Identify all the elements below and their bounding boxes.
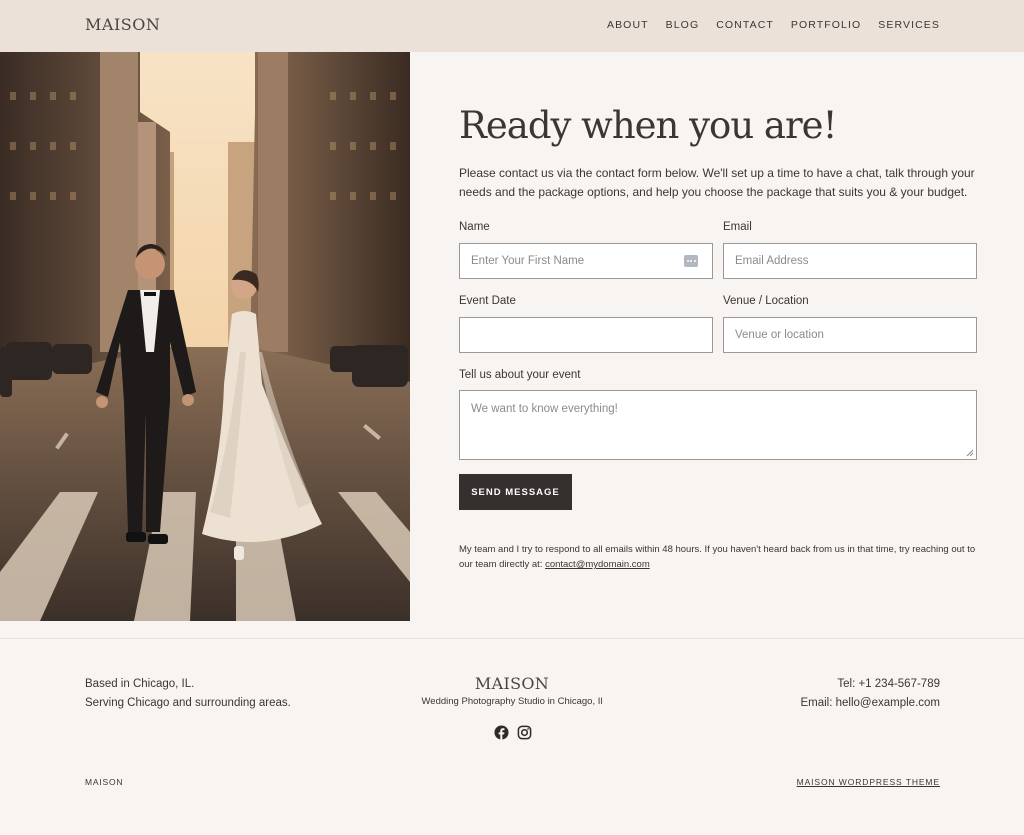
message-label: Tell us about your event [459, 369, 581, 381]
instagram-icon[interactable] [517, 725, 532, 740]
footer-location: Based in Chicago, IL. Serving Chicago an… [85, 675, 291, 713]
send-message-button[interactable]: SEND MESSAGE [459, 474, 572, 510]
nav-services[interactable]: SERVICES [878, 19, 940, 31]
name-input[interactable]: Enter Your First Name [459, 243, 713, 279]
theme-credit-link[interactable]: MAISON WORDPRESS THEME [797, 777, 940, 787]
site-header: MAISON ABOUT BLOG CONTACT PORTFOLIO SERV… [0, 0, 1024, 52]
footer-tagline: Wedding Photography Studio in Chicago, I… [421, 696, 603, 707]
nav-contact[interactable]: CONTACT [716, 19, 774, 31]
email-placeholder: Email Address [735, 255, 809, 267]
venue-label: Venue / Location [723, 295, 809, 307]
facebook-icon[interactable] [494, 725, 509, 740]
main-nav: ABOUT BLOG CONTACT PORTFOLIO SERVICES [607, 19, 940, 31]
email-input[interactable]: Email Address [723, 243, 977, 279]
message-textarea[interactable]: We want to know everything! [459, 390, 977, 460]
contact-email-link[interactable]: contact@mydomain.com [545, 559, 650, 570]
response-note: My team and I try to respond to all emai… [459, 542, 979, 572]
response-note-text: My team and I try to respond to all emai… [459, 544, 976, 570]
footer-location-line2: Serving Chicago and surrounding areas. [85, 697, 291, 709]
social-links [494, 725, 532, 740]
footer-phone[interactable]: Tel: +1 234-567-789 [800, 675, 940, 694]
name-label: Name [459, 221, 490, 233]
hero-photo [0, 52, 410, 621]
footer-copyright: MAISON [85, 777, 124, 787]
email-label: Email [723, 221, 752, 233]
footer-logo[interactable]: MAISON [412, 674, 612, 693]
password-manager-icon[interactable] [684, 255, 698, 267]
page-title: Ready when you are! [459, 104, 837, 147]
footer-brand-block: MAISON Wedding Photography Studio in Chi… [412, 674, 612, 707]
resize-grip-icon[interactable] [966, 449, 974, 457]
site-logo[interactable]: MAISON [85, 15, 160, 34]
footer-email[interactable]: Email: hello@example.com [800, 694, 940, 713]
footer-contact: Tel: +1 234-567-789 Email: hello@example… [800, 675, 940, 713]
nav-blog[interactable]: BLOG [666, 19, 700, 31]
venue-input[interactable]: Venue or location [723, 317, 977, 353]
venue-placeholder: Venue or location [735, 329, 824, 341]
nav-about[interactable]: ABOUT [607, 19, 649, 31]
message-placeholder: We want to know everything! [471, 403, 618, 415]
event-date-input[interactable] [459, 317, 713, 353]
event-date-label: Event Date [459, 295, 516, 307]
footer-location-line1: Based in Chicago, IL. [85, 678, 195, 690]
footer-divider [0, 638, 1024, 639]
nav-portfolio[interactable]: PORTFOLIO [791, 19, 861, 31]
name-placeholder: Enter Your First Name [471, 255, 585, 267]
intro-paragraph: Please contact us via the contact form b… [459, 166, 975, 199]
